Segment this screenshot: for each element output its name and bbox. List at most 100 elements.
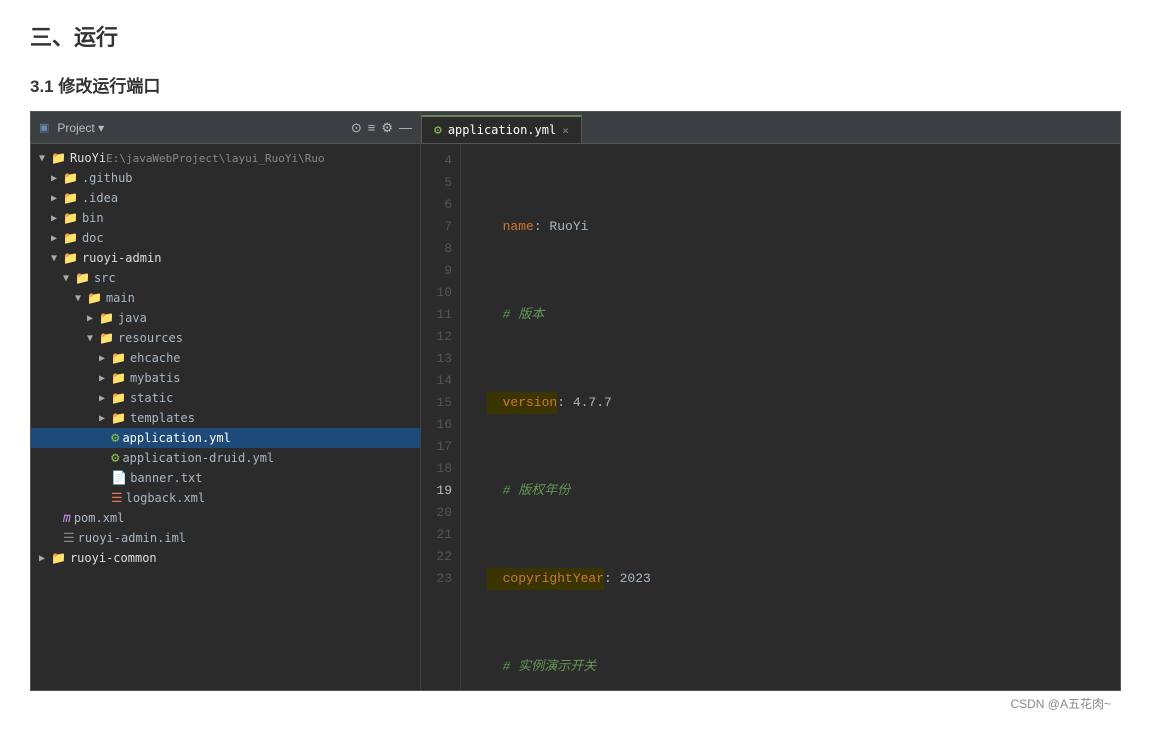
line-numbers: 4 5 6 7 8 9 10 11 12 13 14 15 16 17 xyxy=(421,144,461,690)
tree-item-java[interactable]: ▶ 📁 java xyxy=(31,308,420,328)
code-line-8: copyrightYear: 2023 xyxy=(471,568,1110,590)
ln-6: 6 xyxy=(421,194,452,216)
code-line-4: name: RuoYi xyxy=(471,216,1110,238)
tree-item-templates[interactable]: ▶ 📁 templates xyxy=(31,408,420,428)
tree-label-application-yml: application.yml xyxy=(122,431,230,445)
code-comment-7: # 版权年份 xyxy=(487,480,570,502)
ln-16: 16 xyxy=(421,414,452,436)
tree-label-templates: templates xyxy=(130,411,195,425)
tree-item-src[interactable]: ▼ 📁 src xyxy=(31,268,420,288)
tree-item-ruoyi-admin[interactable]: ▼ 📁 ruoyi-admin xyxy=(31,248,420,268)
ln-5: 5 xyxy=(421,172,452,194)
tree-item-ruoyi-common[interactable]: ▶ 📁 ruoyi-common xyxy=(31,548,420,568)
tree-label-src: src xyxy=(94,271,116,285)
tree-item-ruoyi[interactable]: ▼ 📁 RuoYi E:\javaWebProject\layui_RuoYi\… xyxy=(31,148,420,168)
tree-item-static[interactable]: ▶ 📁 static xyxy=(31,388,420,408)
ln-4: 4 xyxy=(421,150,452,172)
tree-label-pom-xml: pom.xml xyxy=(74,511,125,525)
tree-item-ruoyi-admin-iml[interactable]: ☰ ruoyi-admin.iml xyxy=(31,528,420,548)
tree-item-logback-xml[interactable]: ☰ logback.xml xyxy=(31,488,420,508)
tree-item-idea[interactable]: ▶ 📁 .idea xyxy=(31,188,420,208)
ln-9: 9 xyxy=(421,260,452,282)
code-line-6: version: 4.7.7 xyxy=(471,392,1110,414)
tree-label-bin: bin xyxy=(82,211,104,225)
tree-item-main[interactable]: ▼ 📁 main xyxy=(31,288,420,308)
code-key-name: name xyxy=(487,216,534,238)
subsection-title: 3.1 修改运行端口 xyxy=(30,72,1121,97)
ln-23: 23 xyxy=(421,568,452,590)
yml-icon-druid: ⚙ xyxy=(111,450,119,466)
code-line-5: # 版本 xyxy=(471,304,1110,326)
code-comment-5: # 版本 xyxy=(487,304,544,326)
ln-18: 18 xyxy=(421,458,452,480)
tree-label-ruoyi-admin: ruoyi-admin xyxy=(82,251,161,265)
ln-19: 19 xyxy=(421,480,452,502)
tree-label-ruoyi: RuoYi xyxy=(70,151,106,165)
tree-label-logback-xml: logback.xml xyxy=(126,491,205,505)
tree-item-application-druid-yml[interactable]: ⚙ application-druid.yml xyxy=(31,448,420,468)
tree-label-resources: resources xyxy=(118,331,183,345)
ln-10: 10 xyxy=(421,282,452,304)
tree-item-pom-xml[interactable]: m pom.xml xyxy=(31,508,420,528)
tree-item-banner-txt[interactable]: 📄 banner.txt xyxy=(31,468,420,488)
tree-item-application-yml[interactable]: ⚙ application.yml xyxy=(31,428,420,448)
tree-item-doc[interactable]: ▶ 📁 doc xyxy=(31,228,420,248)
tree-item-github[interactable]: ▶ 📁 .github xyxy=(31,168,420,188)
tree-label-ehcache: ehcache xyxy=(130,351,181,365)
tab-application-yml[interactable]: ⚙ application.yml × xyxy=(421,115,582,143)
code-val-version: : 4.7.7 xyxy=(557,392,612,414)
tree-label-github: .github xyxy=(82,171,133,185)
file-tree-header: ▣ Project ▾ ⊙ ≡ ⚙ — xyxy=(31,112,420,144)
ln-22: 22 xyxy=(421,546,452,568)
page-content: 三、运行 3.1 修改运行端口 ▣ Project ▾ ⊙ ≡ ⚙ — xyxy=(0,0,1151,737)
code-line-7: # 版权年份 xyxy=(471,480,1110,502)
tree-label-static: static xyxy=(130,391,173,405)
tree-label-ruoyi-admin-iml: ruoyi-admin.iml xyxy=(78,531,186,545)
code-line-9: # 实例演示开关 xyxy=(471,656,1110,678)
ide-wrapper: ▣ Project ▾ ⊙ ≡ ⚙ — ▼ 📁 RuoYi xyxy=(30,111,1121,717)
ln-17: 17 xyxy=(421,436,452,458)
tree-label-ruoyi-path: E:\javaWebProject\layui_RuoYi\Ruo xyxy=(106,152,325,165)
ide-container: ▣ Project ▾ ⊙ ≡ ⚙ — ▼ 📁 RuoYi xyxy=(30,111,1121,691)
section-title: 三、运行 xyxy=(30,20,1121,52)
file-tree-title: Project ▾ xyxy=(57,121,342,135)
iml-icon: ☰ xyxy=(63,531,75,546)
xml-icon-logback: ☰ xyxy=(111,491,123,506)
editor-tabs: ⚙ application.yml × xyxy=(421,112,1120,144)
code-area[interactable]: name: RuoYi # 版本 version: 4.7.7 xyxy=(461,144,1120,690)
tree-label-mybatis: mybatis xyxy=(130,371,181,385)
tab-label: application.yml xyxy=(448,123,556,137)
ln-11: 11 xyxy=(421,304,452,326)
txt-icon-banner: 📄 xyxy=(111,471,127,486)
collapse-icon[interactable]: ≡ xyxy=(368,120,376,135)
tree-item-ehcache[interactable]: ▶ 📁 ehcache xyxy=(31,348,420,368)
editor-panel: ⚙ application.yml × 4 5 6 7 8 9 10 11 xyxy=(421,112,1120,690)
settings-icon[interactable]: ⚙ xyxy=(381,120,393,136)
watermark-text: CSDN @A五花肉~ xyxy=(1010,697,1111,711)
ln-12: 12 xyxy=(421,326,452,348)
tree-label-doc: doc xyxy=(82,231,104,245)
minimize-icon[interactable]: — xyxy=(399,120,412,135)
ln-7: 7 xyxy=(421,216,452,238)
sync-icon[interactable]: ⊙ xyxy=(351,120,362,136)
tab-close-btn[interactable]: × xyxy=(562,124,569,137)
watermark-bar: CSDN @A五花肉~ xyxy=(30,691,1121,717)
code-colon-4: : RuoYi xyxy=(534,216,589,238)
ln-21: 21 xyxy=(421,524,452,546)
file-tree-body: ▼ 📁 RuoYi E:\javaWebProject\layui_RuoYi\… xyxy=(31,144,420,690)
code-key-copyrightyear: copyrightYear xyxy=(487,568,604,590)
tree-label-banner-txt: banner.txt xyxy=(130,471,202,485)
header-icons: ⊙ ≡ ⚙ — xyxy=(351,120,412,136)
tree-label-ruoyi-common: ruoyi-common xyxy=(70,551,157,565)
tab-yml-icon: ⚙ xyxy=(434,123,442,138)
tree-label-java: java xyxy=(118,311,147,325)
code-comment-9: # 实例演示开关 xyxy=(487,656,596,678)
tree-item-mybatis[interactable]: ▶ 📁 mybatis xyxy=(31,368,420,388)
tree-label-main: main xyxy=(106,291,135,305)
file-tree-panel: ▣ Project ▾ ⊙ ≡ ⚙ — ▼ 📁 RuoYi xyxy=(31,112,421,690)
ln-13: 13 xyxy=(421,348,452,370)
tree-item-bin[interactable]: ▶ 📁 bin xyxy=(31,208,420,228)
code-key-version: version xyxy=(487,392,557,414)
ln-20: 20 xyxy=(421,502,452,524)
tree-item-resources[interactable]: ▼ 📁 resources xyxy=(31,328,420,348)
